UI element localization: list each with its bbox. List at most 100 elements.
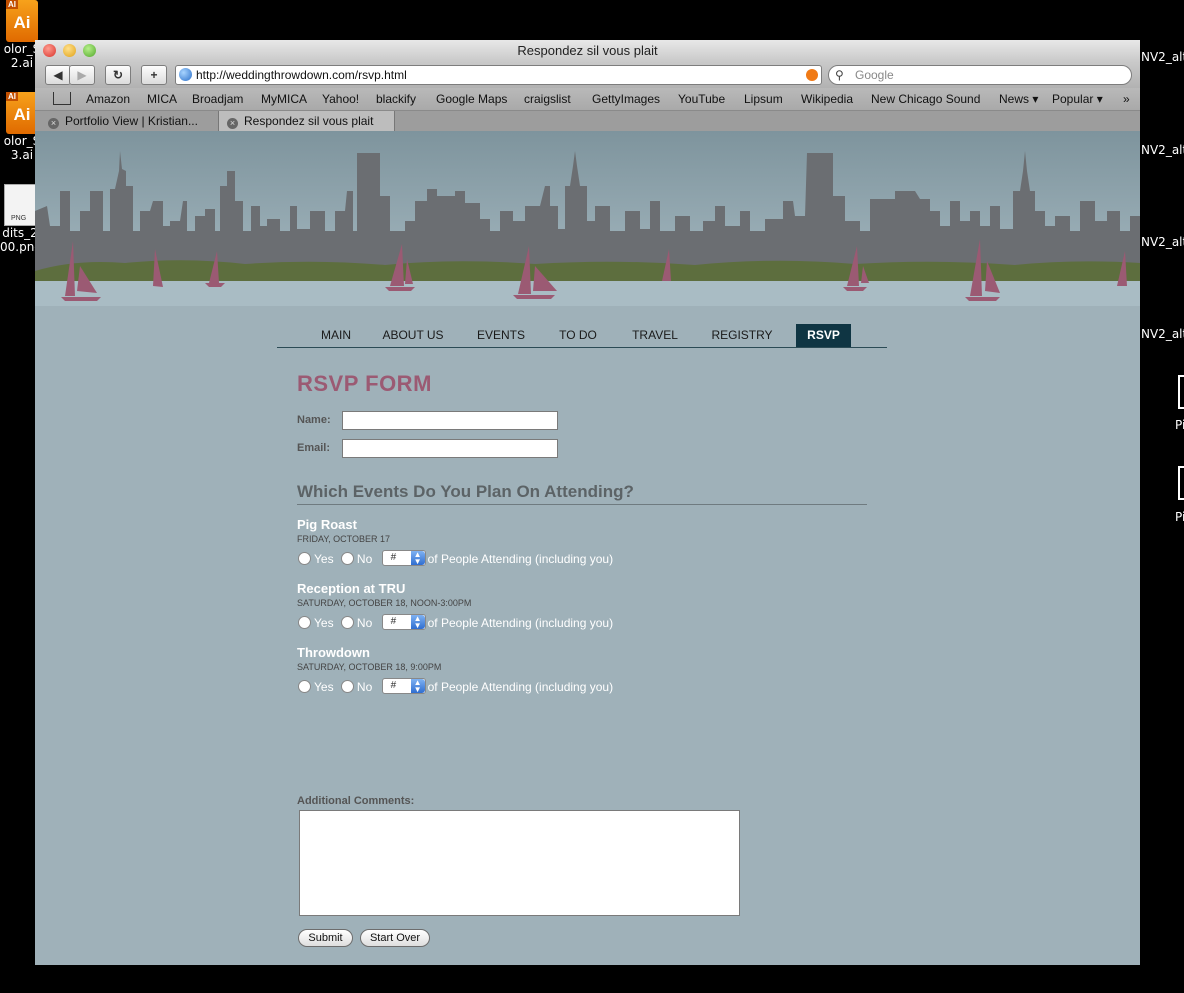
yes-label: Yes: [314, 680, 334, 694]
attendee-count-select[interactable]: # ▲ ▼: [381, 614, 426, 630]
bookmark-link[interactable]: Wikipedia: [801, 88, 853, 110]
web-page: MAIN ABOUT US EVENTS TO DO TRAVEL REGIST…: [35, 131, 1140, 965]
bookmark-folder-popular[interactable]: Popular ▾: [1052, 88, 1103, 110]
bookmarks-book-icon[interactable]: [53, 92, 71, 105]
desktop-file-icon[interactable]: [1178, 375, 1184, 409]
yes-radio[interactable]: [298, 616, 311, 629]
name-label: Name:: [297, 414, 331, 426]
title-bar[interactable]: Respondez sil vous plait: [35, 40, 1140, 62]
tab-rsvp[interactable]: × Respondez sil vous plait: [218, 111, 395, 131]
close-window-button[interactable]: [43, 44, 56, 57]
site-nav: MAIN ABOUT US EVENTS TO DO TRAVEL REGIST…: [277, 324, 887, 348]
nav-to-do[interactable]: TO DO: [552, 324, 604, 347]
attending-label: of People Attending (including you): [427, 552, 614, 566]
yes-radio[interactable]: [298, 680, 311, 693]
tab-bar: × Portfolio View | Kristian... × Respondez…: [35, 111, 1140, 132]
bookmark-link[interactable]: MICA: [147, 88, 177, 110]
nav-registry[interactable]: REGISTRY: [707, 324, 777, 347]
reload-button[interactable]: ↻: [105, 65, 131, 85]
bookmark-link[interactable]: Yahoo!: [322, 88, 359, 110]
illustrator-file-icon: AI Ai: [6, 0, 38, 42]
nav-events[interactable]: EVENTS: [472, 324, 530, 347]
bookmark-link[interactable]: Lipsum: [744, 88, 783, 110]
bookmark-link[interactable]: New Chicago Sound: [871, 88, 980, 110]
search-icon: ⚲: [835, 68, 844, 82]
form-title: RSVP FORM: [297, 371, 432, 396]
back-button[interactable]: ◀: [45, 65, 71, 85]
bookmark-folder-news[interactable]: News ▾: [999, 88, 1038, 110]
select-arrows-icon: ▲ ▼: [410, 551, 425, 566]
attendee-count-select[interactable]: # ▲ ▼: [381, 550, 426, 566]
close-tab-icon[interactable]: ×: [48, 118, 59, 129]
desktop-file-label[interactable]: NV2_alt: [1141, 50, 1184, 64]
attending-label: of People Attending (including you): [427, 680, 614, 694]
desktop-file-label: dits_2 00.png: [0, 226, 42, 254]
start-over-button[interactable]: Start Over: [360, 929, 430, 947]
rss-icon[interactable]: [806, 69, 818, 81]
nav-rsvp[interactable]: RSVP: [796, 324, 851, 347]
no-label: No: [356, 680, 373, 694]
bookmark-link[interactable]: Broadjam: [192, 88, 243, 110]
tab-portfolio[interactable]: × Portfolio View | Kristian...: [40, 111, 215, 131]
png-file-icon: PNG: [4, 184, 36, 226]
bookmark-link[interactable]: craigslist: [524, 88, 571, 110]
select-arrows-icon: ▲ ▼: [410, 615, 425, 630]
no-label: No: [356, 616, 373, 630]
bookmark-link[interactable]: blackify: [376, 88, 416, 110]
desktop-file-icon[interactable]: [1178, 466, 1184, 500]
desktop-file-label[interactable]: Pi: [1175, 418, 1184, 432]
no-radio[interactable]: [340, 616, 354, 629]
no-radio[interactable]: [340, 552, 354, 565]
minimize-window-button[interactable]: [63, 44, 76, 57]
events-section-title: Which Events Do You Plan On Attending?: [297, 482, 867, 505]
no-radio[interactable]: [340, 680, 354, 693]
event-rsvp-row: Yes No # ▲ ▼ of People Attending (including…: [298, 678, 613, 694]
search-placeholder: Google: [855, 68, 894, 82]
bookmarks-overflow-chevron-icon[interactable]: »: [1123, 88, 1130, 110]
illustrator-file-icon: AI Ai: [6, 92, 38, 134]
yes-label: Yes: [314, 616, 334, 630]
bookmark-link[interactable]: Google Maps: [436, 88, 507, 110]
event-name: Reception at TRU: [297, 581, 406, 596]
forward-button[interactable]: ▶: [69, 65, 95, 85]
url-text: http://weddingthrowdown.com/rsvp.html: [196, 68, 407, 82]
email-field[interactable]: [342, 439, 558, 458]
desktop-file-label[interactable]: Pi: [1175, 510, 1184, 524]
event-name: Pig Roast: [297, 517, 357, 532]
no-label: No: [356, 552, 373, 566]
comments-textarea[interactable]: [299, 810, 740, 916]
desktop-file-icon[interactable]: PNG dits_2 00.png: [0, 184, 42, 254]
email-label: Email:: [297, 442, 331, 454]
bookmark-link[interactable]: Amazon: [86, 88, 130, 110]
nav-about-us[interactable]: ABOUT US: [377, 324, 449, 347]
desktop-file-label[interactable]: NV2_alt: [1141, 143, 1184, 157]
bookmark-link[interactable]: MyMICA: [261, 88, 307, 110]
event-date: SATURDAY, OCTOBER 18, 9:00PM: [297, 662, 442, 672]
yes-radio[interactable]: [298, 552, 311, 565]
bookmark-link[interactable]: GettyImages: [592, 88, 660, 110]
search-input[interactable]: ⚲ Google: [828, 65, 1132, 85]
event-rsvp-row: Yes No # ▲ ▼ of People Attending (including…: [298, 614, 613, 630]
bookmark-link[interactable]: YouTube: [678, 88, 725, 110]
skyline-banner-image: [35, 131, 1140, 306]
attendee-count-select[interactable]: # ▲ ▼: [381, 678, 426, 694]
attending-label: of People Attending (including you): [427, 616, 614, 630]
name-field[interactable]: [342, 411, 558, 430]
event-date: FRIDAY, OCTOBER 17: [297, 534, 391, 544]
event-date: SATURDAY, OCTOBER 18, NOON-3:00PM: [297, 598, 472, 608]
nav-travel[interactable]: TRAVEL: [627, 324, 683, 347]
yes-label: Yes: [314, 552, 334, 566]
window-title: Respondez sil vous plait: [517, 43, 658, 58]
zoom-window-button[interactable]: [83, 44, 96, 57]
globe-icon: [179, 68, 192, 81]
submit-button[interactable]: Submit: [298, 929, 353, 947]
add-bookmark-button[interactable]: +: [141, 65, 167, 85]
bookmarks-bar: Amazon MICA Broadjam MyMICA Yahoo! black…: [35, 88, 1140, 111]
event-rsvp-row: Yes No # ▲ ▼ of People Attending (including…: [298, 550, 613, 566]
comments-label: Additional Comments:: [297, 795, 415, 807]
nav-main[interactable]: MAIN: [312, 324, 360, 347]
close-tab-icon[interactable]: ×: [227, 118, 238, 129]
address-bar[interactable]: http://weddingthrowdown.com/rsvp.html: [175, 65, 822, 85]
desktop-file-label[interactable]: NV2_alt: [1141, 235, 1184, 249]
desktop-file-label[interactable]: NV2_alt: [1141, 327, 1184, 341]
